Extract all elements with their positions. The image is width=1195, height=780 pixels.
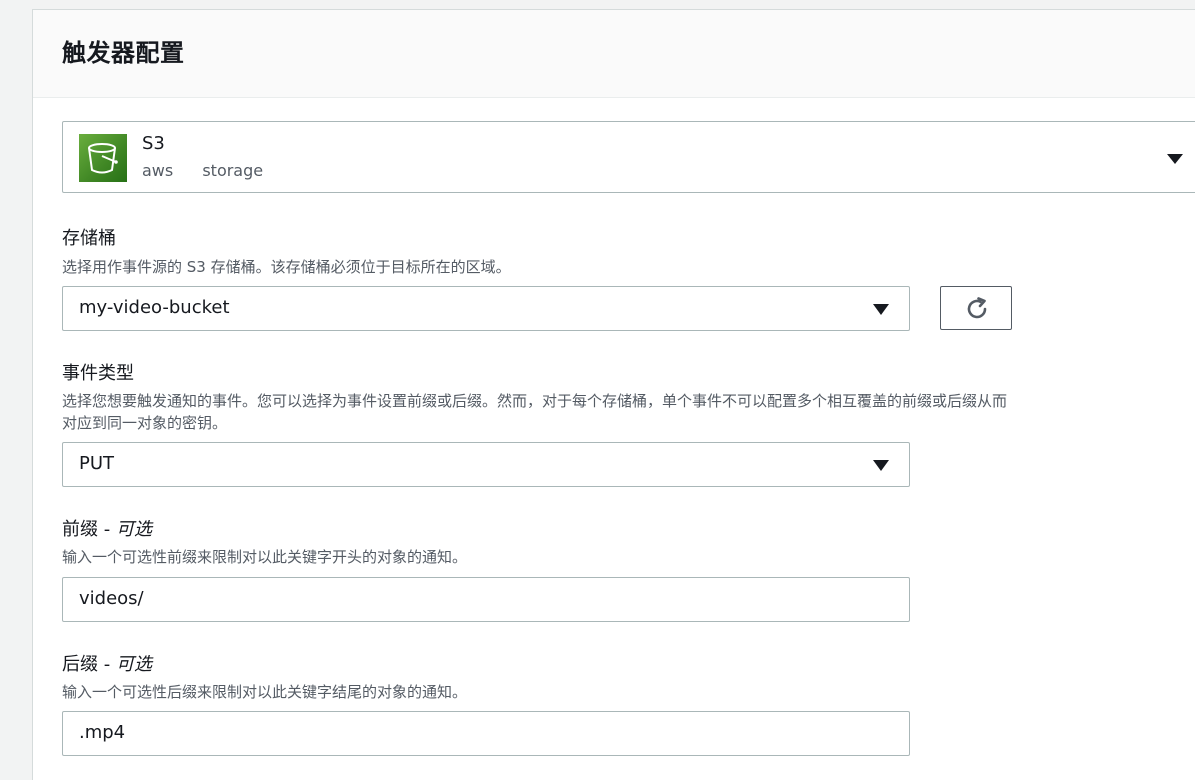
suffix-label-text: 后缀 <box>62 654 98 675</box>
suffix-label: 后缀 - 可选 <box>62 653 152 677</box>
bucket-select-value: my-video-bucket <box>79 297 230 318</box>
prefix-label: 前缀 - 可选 <box>62 518 152 542</box>
suffix-input-value: .mp4 <box>79 722 126 743</box>
suffix-description: 输入一个可选性后缀来限制对以此关键字结尾的对象的通知。 <box>62 683 468 701</box>
trigger-tag-category: storage <box>202 161 264 180</box>
event-type-description-line2: 对应到同一对象的密钥。 <box>62 414 228 432</box>
trigger-tag-provider: aws <box>142 161 174 180</box>
panel-title: 触发器配置 <box>62 39 185 67</box>
prefix-input[interactable]: videos/ <box>62 577 910 622</box>
prefix-description: 输入一个可选性前缀来限制对以此关键字开头的对象的通知。 <box>62 548 468 566</box>
prefix-optional-tag: 可选 <box>115 519 152 540</box>
dropdown-caret-icon <box>873 304 889 315</box>
refresh-button[interactable] <box>940 286 1012 330</box>
trigger-config-panel: 触发器配置 S3 aws storage 存储桶 选择用作事件源的 S3 存储桶… <box>32 9 1195 780</box>
panel-header: 触发器配置 <box>33 10 1195 98</box>
event-type-label: 事件类型 <box>62 363 134 384</box>
prefix-label-separator: - <box>98 519 116 540</box>
trigger-source-select[interactable]: S3 aws storage <box>62 121 1195 193</box>
dropdown-caret-icon <box>873 460 889 471</box>
bucket-select[interactable]: my-video-bucket <box>62 286 910 331</box>
trigger-tags: aws storage <box>142 161 287 181</box>
event-type-select-value: PUT <box>79 453 115 474</box>
suffix-optional-tag: 可选 <box>115 654 152 675</box>
suffix-label-separator: - <box>98 654 116 675</box>
s3-bucket-icon <box>79 134 127 182</box>
prefix-input-value: videos/ <box>79 588 144 609</box>
refresh-icon <box>967 297 987 319</box>
prefix-label-text: 前缀 <box>62 519 98 540</box>
event-type-select[interactable]: PUT <box>62 442 910 487</box>
event-type-description-line1: 选择您想要触发通知的事件。您可以选择为事件设置前缀或后缀。然而，对于每个存储桶，… <box>62 392 1008 410</box>
suffix-input[interactable]: .mp4 <box>62 711 910 756</box>
bucket-description: 选择用作事件源的 S3 存储桶。该存储桶必须位于目标所在的区域。 <box>62 258 511 276</box>
dropdown-caret-icon <box>1167 154 1183 164</box>
trigger-name: S3 <box>142 133 165 154</box>
bucket-label: 存储桶 <box>62 228 116 249</box>
